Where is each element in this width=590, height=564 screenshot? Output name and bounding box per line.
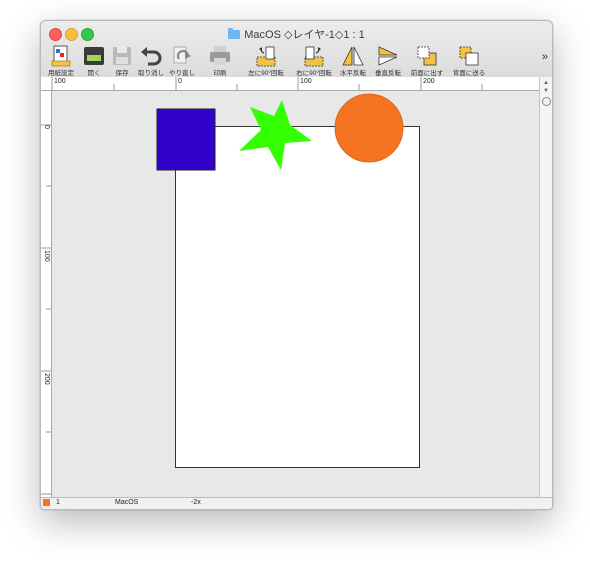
- redo-icon: [173, 46, 191, 64]
- window-title: MacOS ◇レイヤ-1◇1 : 1: [41, 26, 552, 42]
- vertical-ruler: 0 100 200: [41, 91, 52, 498]
- window-title-text: MacOS ◇レイヤ-1◇1 : 1: [244, 29, 365, 41]
- toolbar-label: 水平反転: [340, 70, 366, 77]
- toolbar-label: やり直し: [169, 70, 195, 77]
- toolbar-label: 右に90°回転: [296, 70, 332, 77]
- ruler-label: 100: [43, 250, 50, 262]
- app-window: MacOS ◇レイヤ-1◇1 : 1 用紙設定 開く 保存 取り消し やり直し …: [40, 20, 553, 510]
- toolbar-overflow-button[interactable]: »: [542, 51, 548, 63]
- circle-shape[interactable]: [334, 93, 404, 163]
- ruler-label: 200: [43, 373, 50, 385]
- toolbar-label: 垂直反転: [375, 70, 401, 77]
- toolbar-label: 印刷: [213, 70, 227, 77]
- horizontal-ruler: 100 0 100 200: [41, 77, 539, 91]
- bring-front-icon: [417, 46, 437, 66]
- undo-icon: [141, 47, 162, 66]
- save-icon: [113, 47, 131, 65]
- send-back-icon: [459, 46, 479, 66]
- scroll-down-arrow-icon[interactable]: ▼: [543, 88, 549, 94]
- open-icon: [84, 47, 104, 65]
- scroll-up-arrow-icon[interactable]: ▲: [543, 80, 549, 86]
- ruler-label: 0: [43, 125, 50, 129]
- toolbar-label: 左に90°回転: [248, 70, 284, 77]
- document-name: MacOS: [115, 499, 139, 506]
- flip-horizontal-icon: [342, 46, 364, 66]
- folder-icon: [228, 28, 241, 39]
- toolbar-label: 背面に送る: [452, 70, 486, 77]
- ruler-label: 200: [423, 78, 435, 85]
- rotate-left-icon: [256, 46, 276, 67]
- square-shape[interactable]: [156, 108, 216, 171]
- page-setup-icon: [51, 45, 71, 67]
- ruler-label: 100: [300, 78, 312, 85]
- drawing-canvas[interactable]: [52, 91, 539, 498]
- zoom-icon[interactable]: [542, 97, 551, 106]
- print-icon: [210, 46, 230, 65]
- shapes-layer: [156, 93, 404, 171]
- page-number: 1: [56, 499, 60, 506]
- zoom-level[interactable]: -2x: [191, 499, 201, 506]
- ruler-label: 0: [178, 78, 182, 85]
- star-shape[interactable]: [239, 100, 312, 170]
- toolbar-label: 前面に出す: [410, 70, 444, 77]
- color-swatch[interactable]: [43, 499, 50, 506]
- rotate-right-icon: [304, 46, 324, 67]
- vertical-scrollbar[interactable]: ▲ ▼: [539, 77, 552, 498]
- status-bar: 1 MacOS -2x: [41, 497, 552, 509]
- ruler-label: 100: [54, 78, 66, 85]
- flip-vertical-icon: [378, 46, 398, 66]
